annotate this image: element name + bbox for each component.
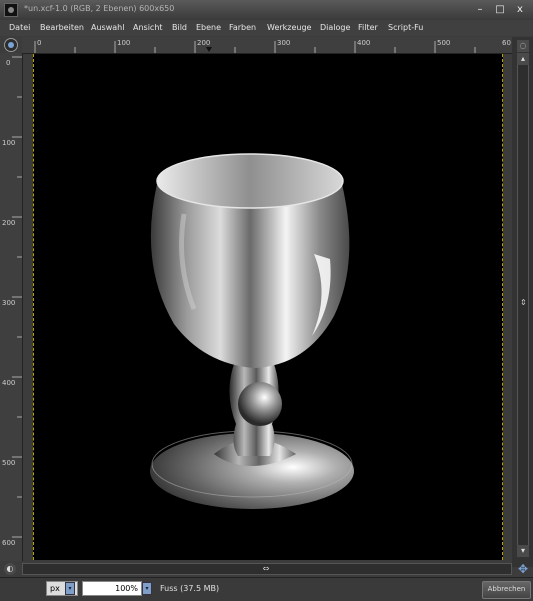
ruler-top-label: 400 [357,39,371,47]
status-message: Fuss (37.5 MB) [160,584,220,593]
menu-bar: Datei Bearbeiten Auswahl Ansicht Bild Eb… [0,20,533,36]
ruler-top-label: 300 [277,39,291,47]
quick-mask-icon[interactable]: ◐ [4,563,16,575]
zoom-dropdown-icon[interactable]: ▾ [142,582,152,595]
scroll-down-icon[interactable]: ▾ [517,545,529,557]
scroll-up-icon[interactable]: ▴ [517,53,529,65]
ruler-left-label: 100 [2,139,16,147]
crosshair-icon[interactable]: ✥ [517,563,529,575]
ruler-left-label: 300 [2,299,16,307]
image-canvas[interactable] [33,54,503,560]
ruler-left-label: 400 [2,379,16,387]
window-title: *un.xcf-1.0 (RGB, 2 Ebenen) 600x650 [24,4,175,13]
menu-bearbeiten[interactable]: Bearbeiten [40,23,84,32]
zoom-lock-button[interactable]: ◌ [517,40,529,52]
goblet-icon [150,153,354,509]
cancel-button[interactable]: Abbrechen [482,581,531,599]
ruler-left-label: 500 [2,459,16,467]
menu-ansicht[interactable]: Ansicht [133,23,163,32]
horizontal-ruler[interactable]: 0 100 200 300 400 500 60 [22,37,512,54]
ruler-top-label: 60 [502,39,511,47]
menu-werkzeuge[interactable]: Werkzeuge [267,23,311,32]
ruler-top-label: 500 [437,39,451,47]
gimp-app-icon[interactable] [4,3,18,17]
menu-datei[interactable]: Datei [9,23,30,32]
minimize-button[interactable]: – [472,3,488,17]
ruler-left-label: 200 [2,219,16,227]
ruler-left-label: 600 [2,539,16,547]
ruler-top-label: 200 [197,39,211,47]
menu-farben[interactable]: Farben [229,23,256,32]
zoom-field[interactable]: 100% [82,581,142,596]
scroll-grip-icon[interactable]: ⇔ [261,564,271,574]
menu-bild[interactable]: Bild [172,23,187,32]
close-button[interactable]: x [512,3,528,17]
ruler-left-label: 0 [6,59,11,67]
navigation-icon[interactable] [4,38,18,52]
title-bar: *un.xcf-1.0 (RGB, 2 Ebenen) 600x650 – □ … [0,0,533,21]
ruler-top-label: 0 [37,39,42,47]
vertical-ruler[interactable]: 0 100 200 300 400 500 600 [0,53,23,561]
horizontal-scrollbar[interactable]: ⇔ [22,563,512,575]
menu-filter[interactable]: Filter [358,23,378,32]
ruler-left-ticks [12,56,22,538]
menu-auswahl[interactable]: Auswahl [91,23,124,32]
ruler-top-label: 100 [117,39,131,47]
menu-dialoge[interactable]: Dialoge [320,23,350,32]
vertical-scrollbar[interactable]: ▴ ⇕ ▾ [517,53,529,557]
status-bar: px ▾ 100% ▾ Fuss (37.5 MB) Abbrechen [0,577,533,601]
menu-ebene[interactable]: Ebene [196,23,221,32]
maximize-button[interactable]: □ [492,3,508,17]
scroll-grip-icon[interactable]: ⇕ [520,298,527,308]
unit-dropdown-icon[interactable]: ▾ [65,582,75,595]
menu-script-fu[interactable]: Script-Fu [388,23,423,32]
